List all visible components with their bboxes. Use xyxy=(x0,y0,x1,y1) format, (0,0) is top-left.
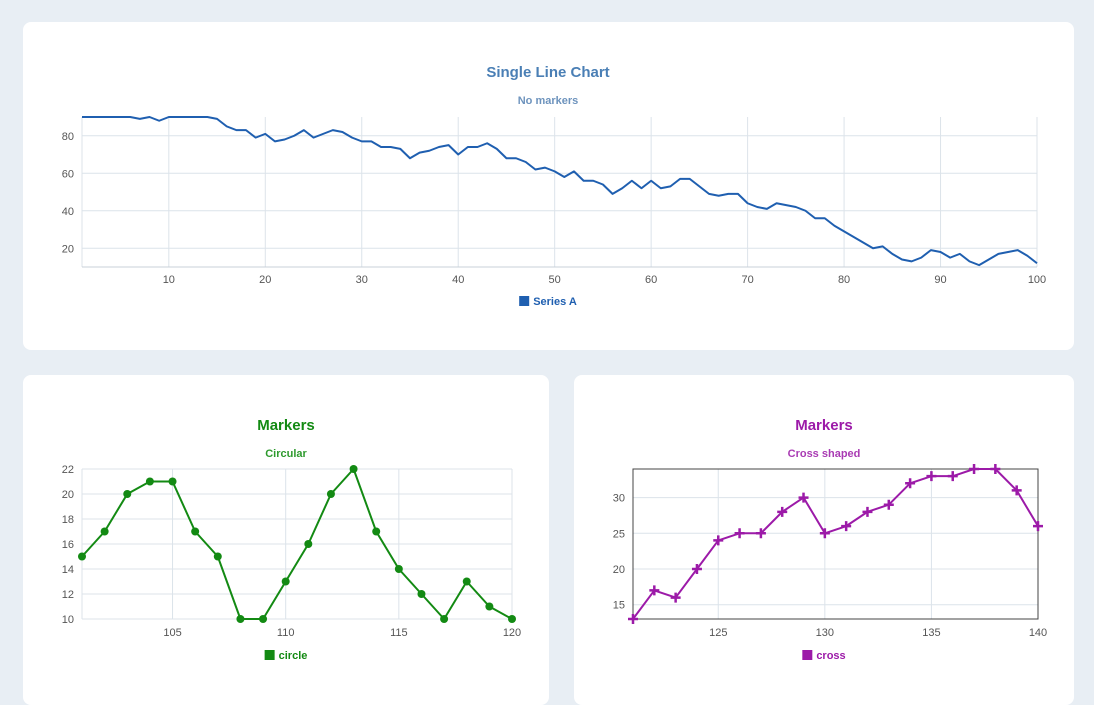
grid-lines xyxy=(81,468,513,620)
x-tick-label: 10 xyxy=(163,274,175,286)
x-tick-label: 30 xyxy=(356,274,368,286)
y-tick-label: 15 xyxy=(613,600,625,612)
chart-title: Single Line Chart xyxy=(486,64,609,81)
x-tick-label: 60 xyxy=(645,274,657,286)
x-tick-label: 100 xyxy=(1028,274,1046,286)
data-point xyxy=(462,577,471,586)
data-point xyxy=(508,615,516,623)
circle-markers-chart: Markers Circular 10 12 14 16 18 20 22 105 110 115 12… xyxy=(62,417,521,662)
y-tick-label: 80 xyxy=(62,131,74,143)
x-tick-label: 105 xyxy=(163,627,181,639)
legend-swatch xyxy=(264,650,275,660)
x-tick-label: 90 xyxy=(934,274,946,286)
y-tick-label: 20 xyxy=(62,243,74,255)
y-tick-label: 16 xyxy=(62,539,74,551)
y-tick-label: 25 xyxy=(613,528,625,540)
legend-label: circle xyxy=(279,650,308,662)
legend[interactable]: circle xyxy=(264,650,308,662)
data-point xyxy=(1033,521,1043,532)
legend-label: cross xyxy=(816,650,845,662)
single-line-chart: Single Line Chart No markers 20 40 60 80 10 20 3… xyxy=(62,64,1046,308)
series-line xyxy=(82,116,1038,267)
x-tick-label: 140 xyxy=(1029,627,1047,639)
y-tick-label: 22 xyxy=(62,464,74,476)
data-point xyxy=(145,477,154,486)
x-tick-label: 110 xyxy=(277,627,295,639)
x-tick-label: 70 xyxy=(741,274,753,286)
data-point xyxy=(819,528,830,539)
data-point xyxy=(394,565,403,573)
y-tick-label: 20 xyxy=(62,489,74,501)
chart-title: Markers xyxy=(795,417,853,434)
chart-title: Markers xyxy=(257,417,315,434)
x-tick-label: 40 xyxy=(452,274,464,286)
data-point xyxy=(213,552,222,561)
data-point xyxy=(304,540,313,548)
grid-lines xyxy=(632,469,1039,620)
series-line xyxy=(632,468,1039,620)
chart-subtitle: Cross shaped xyxy=(788,448,861,460)
chart-subtitle: Circular xyxy=(265,448,307,460)
chart-card-single-line: Single Line Chart No markers 20 40 60 80 10 20 3… xyxy=(23,22,1074,350)
chart-card-circle-markers: Markers Circular 10 12 14 16 18 20 22 105 110 115 12… xyxy=(23,375,549,705)
x-tick-label: 130 xyxy=(816,627,834,639)
data-point xyxy=(326,490,335,498)
chart-card-cross-markers: Markers Cross shaped 15 20 25 30 125 130 135 140 c… xyxy=(574,375,1074,705)
legend-swatch xyxy=(802,650,813,660)
x-tick-label: 120 xyxy=(503,627,521,639)
x-tick-label: 50 xyxy=(549,274,561,286)
data-point xyxy=(236,615,245,623)
cross-markers-chart: Markers Cross shaped 15 20 25 30 125 130 135 140 c… xyxy=(613,417,1047,662)
data-point xyxy=(947,471,958,482)
data-point xyxy=(485,602,494,611)
data-point xyxy=(969,464,980,474)
data-point xyxy=(926,471,937,482)
legend-label: Series A xyxy=(533,296,577,308)
x-tick-label: 20 xyxy=(259,274,271,286)
data-point xyxy=(259,615,268,623)
y-tick-label: 14 xyxy=(62,564,74,576)
y-tick-label: 30 xyxy=(613,493,625,505)
y-tick-label: 18 xyxy=(62,514,74,526)
data-point xyxy=(440,615,449,623)
plot-border xyxy=(632,468,1039,620)
data-point xyxy=(168,477,177,486)
y-tick-label: 10 xyxy=(62,614,74,626)
legend[interactable]: cross xyxy=(802,650,846,662)
y-tick-label: 60 xyxy=(62,168,74,180)
data-point xyxy=(191,527,200,536)
x-tick-label: 80 xyxy=(838,274,850,286)
data-point xyxy=(100,527,109,536)
x-tick-label: 125 xyxy=(709,627,727,639)
data-point xyxy=(417,590,426,598)
data-point xyxy=(372,527,381,536)
x-tick-label: 115 xyxy=(390,627,408,639)
x-tick-label: 135 xyxy=(922,627,940,639)
legend[interactable]: Series A xyxy=(519,296,577,308)
y-tick-label: 40 xyxy=(62,206,74,218)
chart-subtitle: No markers xyxy=(518,95,579,107)
data-point xyxy=(281,577,290,586)
data-point xyxy=(123,490,132,498)
legend-swatch xyxy=(519,296,530,306)
y-tick-label: 20 xyxy=(613,564,625,576)
y-tick-label: 12 xyxy=(62,589,74,601)
data-point xyxy=(734,528,745,539)
data-point xyxy=(78,552,86,561)
grid-lines xyxy=(81,117,1038,268)
data-point xyxy=(349,465,358,473)
